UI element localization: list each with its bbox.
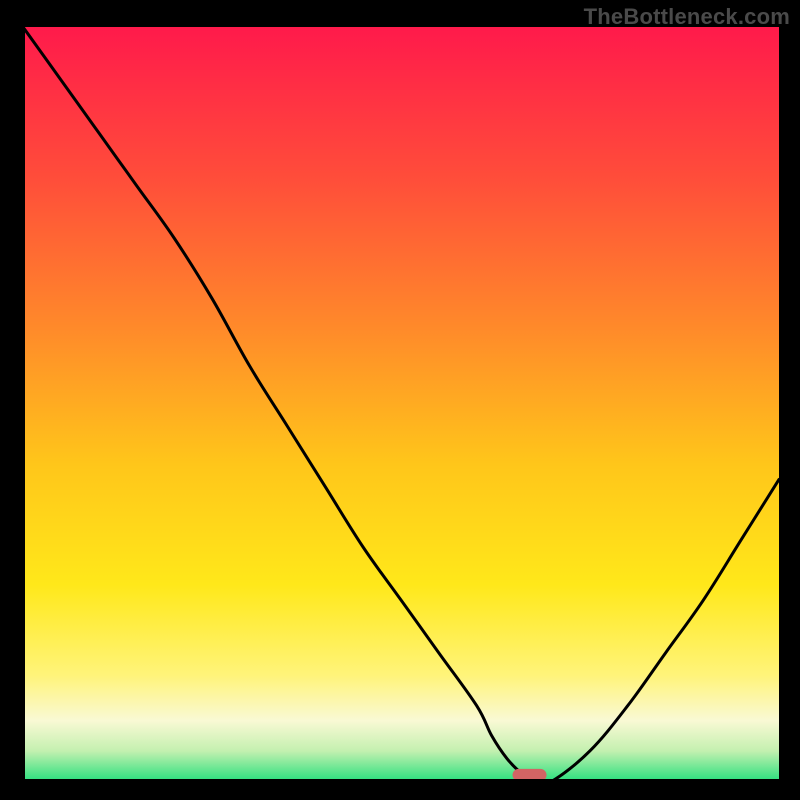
- bottleneck-chart: [0, 0, 800, 800]
- watermark-text: TheBottleneck.com: [584, 4, 790, 30]
- chart-frame: TheBottleneck.com: [0, 0, 800, 800]
- plot-background: [23, 27, 779, 781]
